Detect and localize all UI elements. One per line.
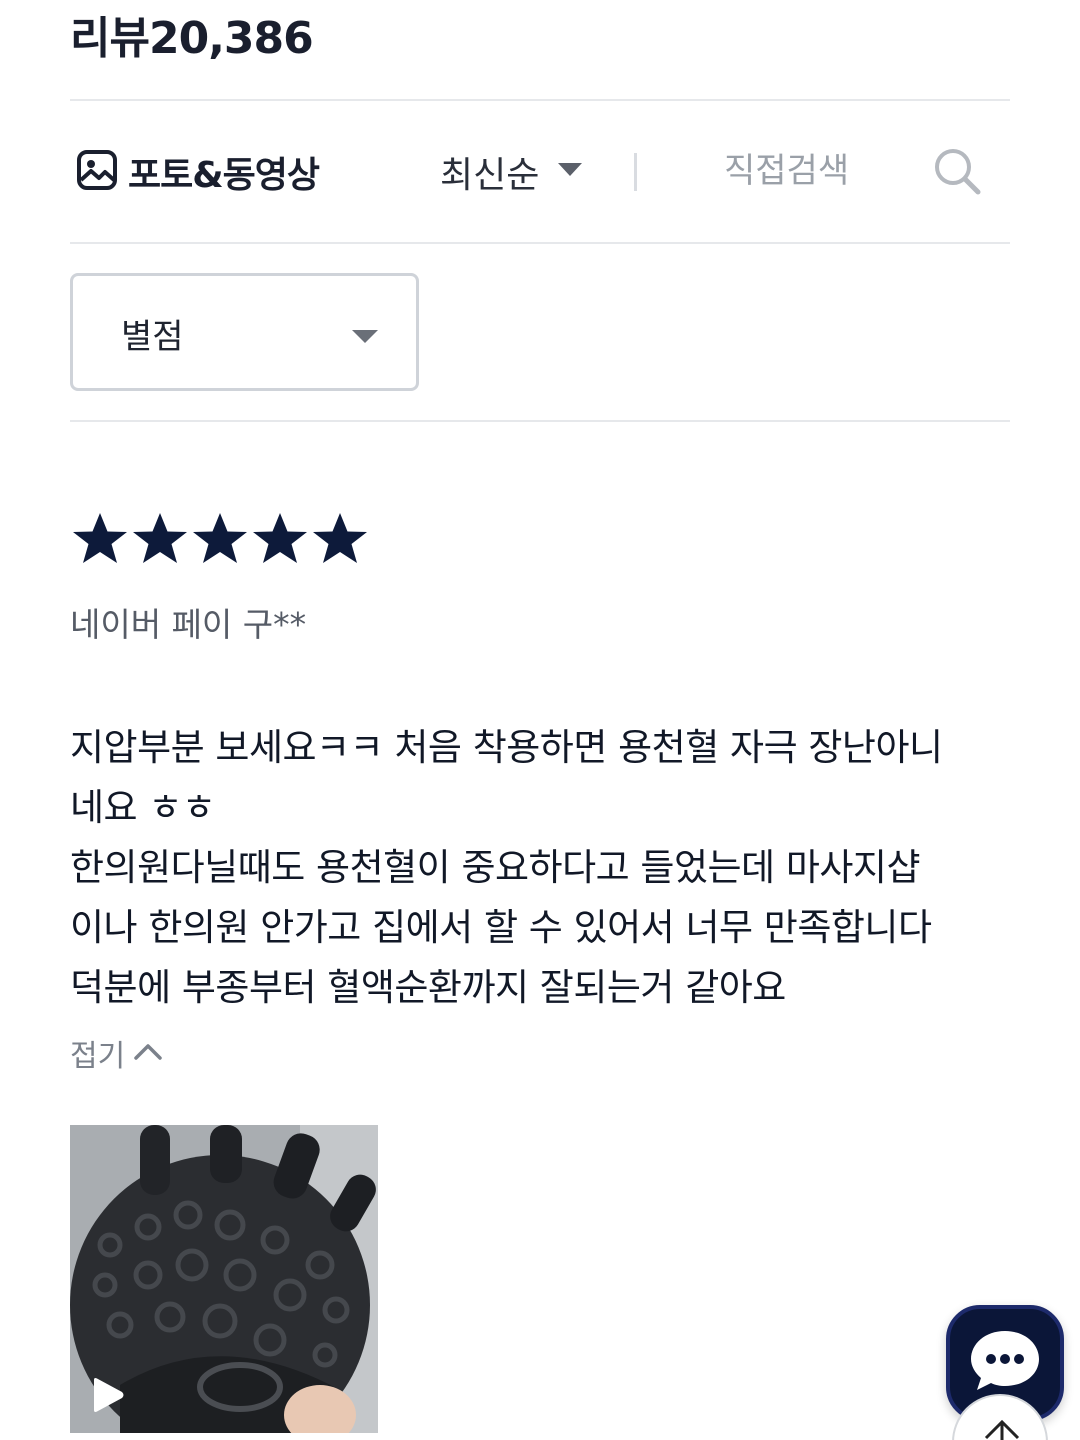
reviewer-name: 네이버 페이 구** [70,605,307,644]
collapse-label: 접기 [70,1039,126,1074]
vertical-separator [634,153,637,191]
star-icon [310,510,370,572]
review-text-line: 한의원다닐때도 용천혈이 중요하다고 들었는데 마사지샵 [70,846,921,889]
play-icon [88,1375,128,1415]
review-text-line: 네요 ㅎㅎ [70,786,216,829]
collapse-button[interactable]: 접기 [70,1030,163,1076]
star-icon [190,510,250,572]
sort-label: 최신순 [440,155,540,196]
star-icon [70,510,130,572]
review-text-line: 덕분에 부종부터 혈액순환까지 잘되는거 같아요 [70,966,786,1009]
divider [70,242,1010,244]
star-icon [250,510,310,572]
chevron-up-icon [133,1041,163,1065]
review-count-title: 리뷰20,386 [70,13,314,64]
search-icon [932,149,984,202]
review-text: 지압부분 보세요ㅋㅋ 처음 착용하면 용천혈 자극 장난아니네요 ㅎㅎ 한의원다닐… [70,718,1010,1018]
star-icon [130,510,190,572]
chat-bubble-icon [968,1328,1042,1398]
photo-video-filter-label: 포토&동영상 [128,155,320,196]
caret-down-icon [351,329,379,349]
search-input[interactable] [670,144,910,198]
review-filter-bar: 포토&동영상 최신순 [70,100,1010,242]
star-rating [70,510,370,572]
arrow-up-icon [982,1416,1022,1440]
review-text-line: 지압부분 보세요ㅋㅋ 처음 착용하면 용천혈 자극 장난아니 [70,726,943,769]
review-video-thumbnail[interactable] [70,1125,378,1433]
caret-down-icon [557,162,583,182]
photo-video-filter-button[interactable]: 포토&동영상 [76,146,320,198]
rating-filter-dropdown[interactable]: 별점 [70,273,419,391]
divider [70,420,1010,422]
sort-dropdown[interactable]: 최신순 [440,146,583,198]
review-text-line: 이나 한의원 안가고 집에서 할 수 있어서 너무 만족합니다 [70,906,932,949]
photo-icon [76,149,118,195]
rating-filter-label: 별점 [121,317,184,357]
search-button[interactable] [932,146,984,198]
review-page: 리뷰20,386 포토&동영상 최신순 직접검색 별점 네이버 페이 구** 지… [0,0,1080,1440]
